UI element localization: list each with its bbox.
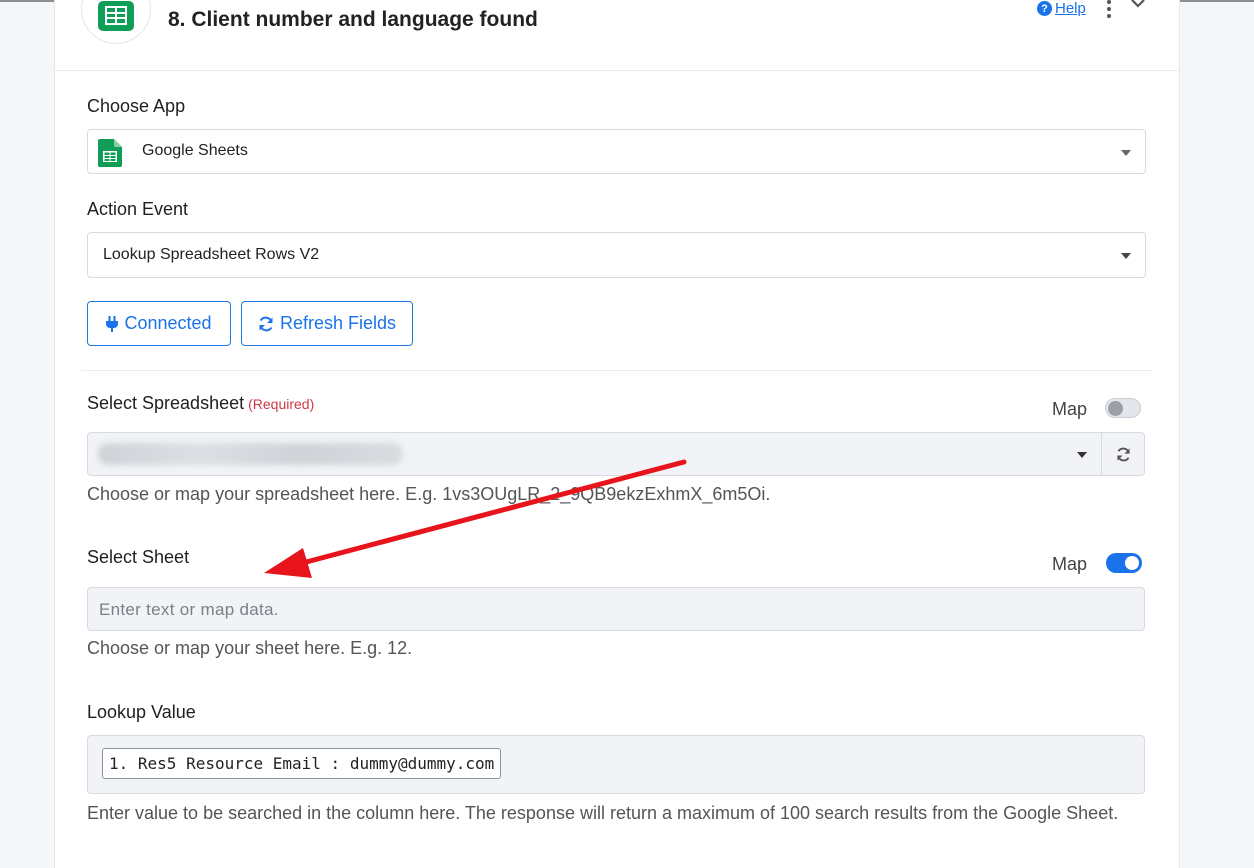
more-options-icon[interactable] [1102,0,1116,22]
chevron-down-icon[interactable] [1129,0,1147,12]
select-spreadsheet-label: Select Spreadsheet (Required) [87,393,314,414]
spreadsheet-map-toggle[interactable] [1105,398,1141,418]
refresh-icon [259,316,273,331]
connected-button[interactable]: Connected [87,301,231,346]
toggle-knob [1125,556,1139,570]
plug-icon [106,315,119,332]
connected-label: Connected [124,313,212,333]
refresh-spreadsheets-button[interactable] [1102,432,1145,476]
action-event-label: Action Event [87,199,189,219]
choose-app-label: Choose App [87,96,186,116]
action-event-value: Lookup Spreadsheet Rows V2 [103,246,320,263]
action-event-select[interactable]: Lookup Spreadsheet Rows V2 [87,232,1146,278]
lookup-value-field[interactable]: 1. Res5 Resource Email : dummy@dummy.com [87,735,1145,794]
caret-down-icon [1121,253,1131,259]
lookup-value-hint: Enter value to be searched in the column… [87,803,1119,823]
sheet-map-label: Map [1052,554,1088,574]
step-card: 8. Client number and language found ? He… [54,0,1180,868]
step-title: 8. Client number and language found [168,8,538,31]
select-spreadsheet-dropdown[interactable] [87,432,1102,476]
caret-down-icon [1121,150,1131,156]
mapped-field-chip[interactable]: 1. Res5 Resource Email : dummy@dummy.com [102,748,502,779]
step-header[interactable]: 8. Client number and language found ? He… [55,0,1179,71]
select-spreadsheet-hint: Choose or map your spreadsheet here. E.g… [87,484,771,504]
required-badge: (Required) [248,396,315,412]
help-icon: ? [1037,1,1052,16]
choose-app-value: Google Sheets [142,142,248,159]
select-sheet-hint: Choose or map your sheet here. E.g. 12. [87,638,413,658]
help-link[interactable]: ? Help [1037,0,1086,17]
help-link-label: Help [1055,0,1086,17]
refresh-fields-label: Refresh Fields [279,313,397,333]
refresh-fields-button[interactable]: Refresh Fields [241,301,413,346]
select-spreadsheet-label-text: Select Spreadsheet [87,393,245,413]
google-sheets-icon [98,1,134,31]
section-divider [81,370,1153,371]
select-sheet-label: Select Sheet [87,547,190,567]
choose-app-select[interactable]: Google Sheets [87,129,1146,174]
toggle-knob [1108,401,1123,416]
step-app-badge [81,0,151,44]
spreadsheet-map-label: Map [1052,399,1088,419]
caret-down-icon [1077,452,1087,458]
lookup-value-label: Lookup Value [87,702,196,722]
sheet-map-toggle[interactable] [1106,553,1142,573]
spreadsheet-value-redacted [98,443,403,465]
google-sheets-icon [98,139,122,167]
select-sheet-input[interactable] [87,587,1145,631]
refresh-icon [1116,447,1130,461]
